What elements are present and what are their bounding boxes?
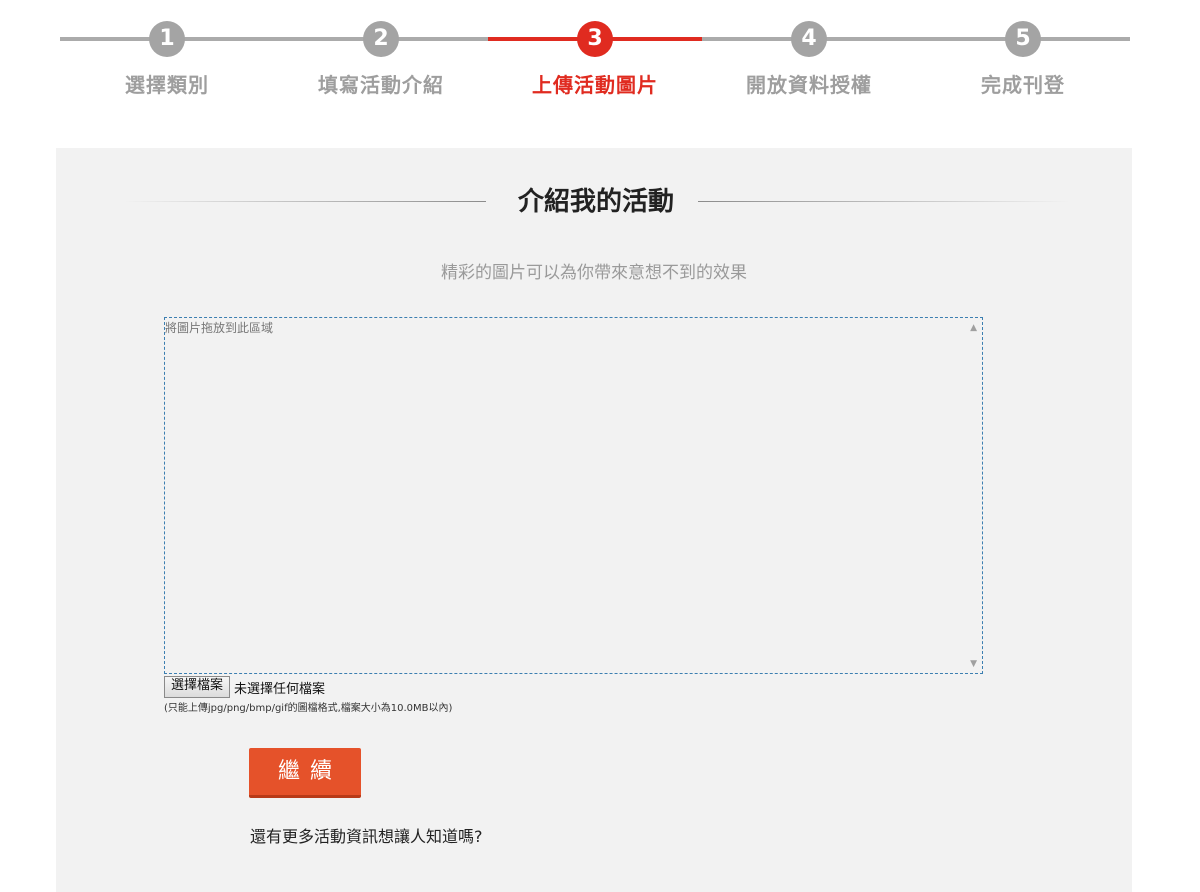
step-label: 選擇類別 bbox=[125, 73, 209, 97]
scroll-up-arrow-icon[interactable]: ▲ bbox=[970, 323, 977, 333]
step-number: 5 bbox=[1005, 21, 1041, 57]
choose-file-button[interactable]: 選擇檔案 bbox=[164, 676, 231, 698]
step-1[interactable]: 1 選擇類別 bbox=[60, 21, 274, 98]
step-5[interactable]: 5 完成刊登 bbox=[916, 21, 1130, 98]
step-3-current[interactable]: 3 上傳活動圖片 bbox=[488, 21, 702, 98]
drop-zone-hint: 將圖片拖放到此區域 bbox=[165, 321, 274, 335]
image-drop-zone[interactable]: 將圖片拖放到此區域 ▲ ▼ bbox=[164, 317, 983, 674]
step-number: 4 bbox=[791, 21, 827, 57]
heading-divider-right bbox=[698, 201, 1070, 202]
file-status: 未選擇任何檔案 bbox=[234, 681, 326, 697]
step-label: 上傳活動圖片 bbox=[532, 73, 658, 97]
step-number: 1 bbox=[149, 21, 185, 57]
continue-button[interactable]: 繼續 bbox=[249, 748, 361, 798]
upload-panel: 介紹我的活動 精彩的圖片可以為你帶來意想不到的效果 將圖片拖放到此區域 ▲ ▼ … bbox=[56, 148, 1132, 892]
section-subtitle: 精彩的圖片可以為你帶來意想不到的效果 bbox=[441, 263, 747, 283]
section-heading: 介紹我的活動 bbox=[124, 182, 1070, 222]
step-2[interactable]: 2 填寫活動介紹 bbox=[274, 21, 488, 98]
file-format-note: (只能上傳jpg/png/bmp/gif的圖檔格式,檔案大小為10.0MB以內) bbox=[164, 703, 453, 714]
more-info-prompt: 還有更多活動資訊想讓人知道嗎? bbox=[250, 827, 483, 846]
scroll-down-arrow-icon[interactable]: ▼ bbox=[970, 659, 977, 669]
section-title: 介紹我的活動 bbox=[517, 187, 674, 217]
page: 1 選擇類別 2 填寫活動介紹 3 上傳活動圖片 4 開放資料授權 5 完成刊登… bbox=[0, 0, 1200, 892]
file-input: 選擇檔案 未選擇任何檔案 bbox=[164, 676, 325, 698]
step-4[interactable]: 4 開放資料授權 bbox=[702, 21, 916, 98]
step-label: 開放資料授權 bbox=[746, 73, 872, 97]
step-number: 3 bbox=[577, 21, 613, 57]
step-label: 填寫活動介紹 bbox=[318, 73, 444, 97]
progress-stepper: 1 選擇類別 2 填寫活動介紹 3 上傳活動圖片 4 開放資料授權 5 完成刊登 bbox=[0, 0, 1200, 120]
step-number: 2 bbox=[363, 21, 399, 57]
heading-divider-left bbox=[124, 201, 486, 202]
step-label: 完成刊登 bbox=[981, 73, 1065, 97]
